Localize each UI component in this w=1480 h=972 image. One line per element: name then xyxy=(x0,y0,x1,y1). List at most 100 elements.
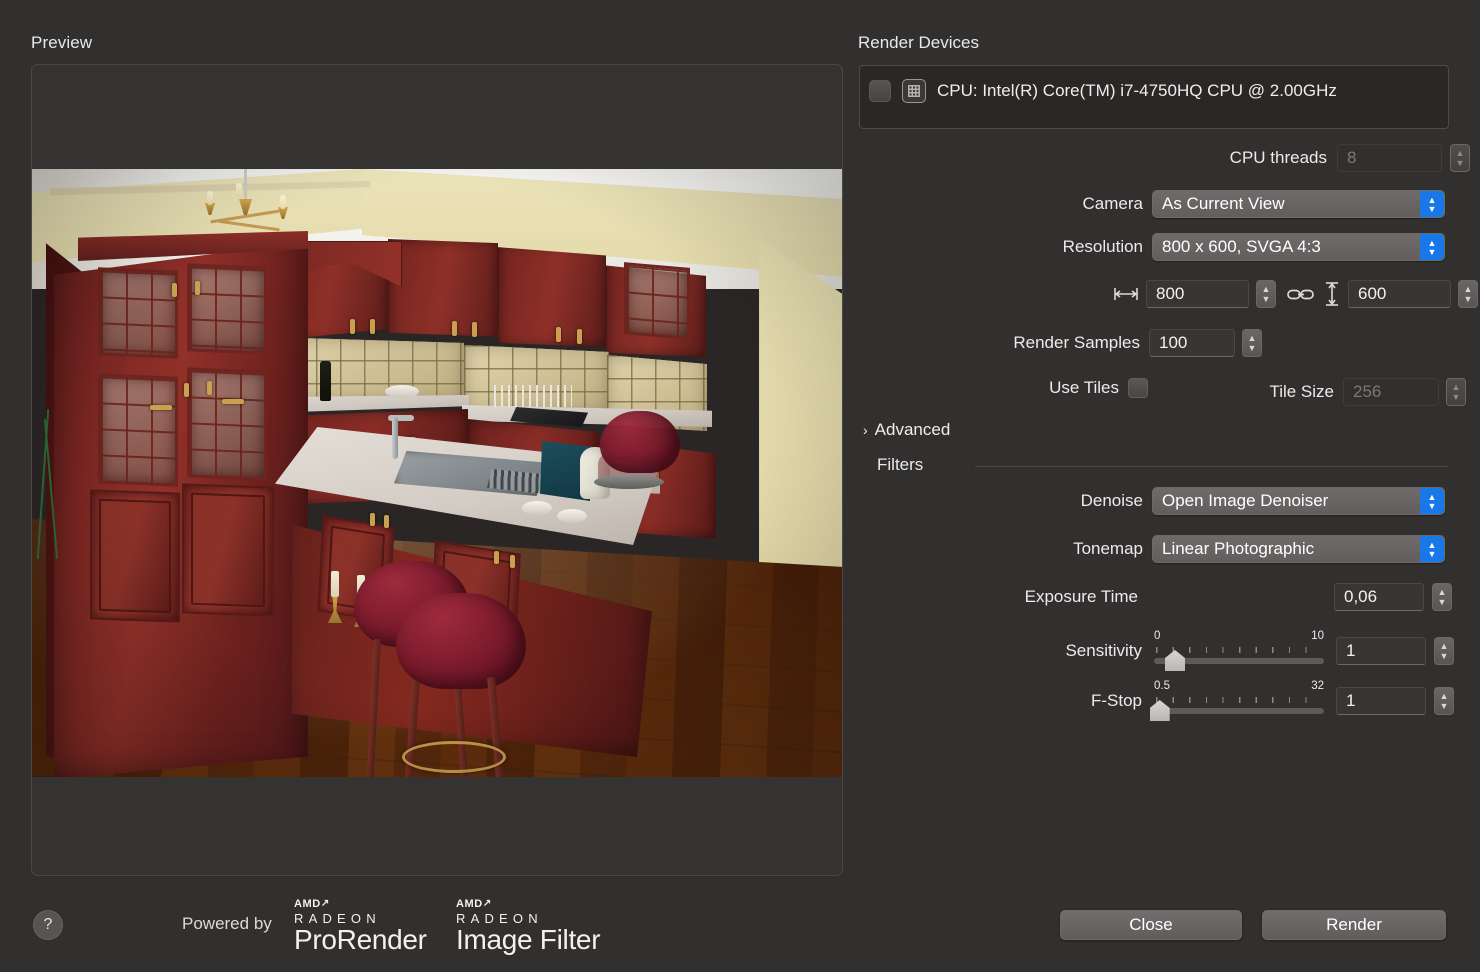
close-button[interactable]: Close xyxy=(1060,910,1242,940)
height-input[interactable]: 600 xyxy=(1348,280,1451,308)
glass-cabinet-door xyxy=(98,267,178,359)
tea-cup xyxy=(522,501,552,515)
device-row[interactable]: CPU: Intel(R) Core(TM) i7-4750HQ CPU @ 2… xyxy=(869,79,1337,103)
denoise-value: Open Image Denoiser xyxy=(1162,491,1329,510)
tile-size-label: Tile Size xyxy=(1269,382,1334,401)
bar-stool-front xyxy=(396,593,526,689)
panel-inset xyxy=(99,498,171,614)
exposure-time-row: Exposure Time 0,06 ▲ ▼ xyxy=(998,583,1452,611)
width-input[interactable]: 800 xyxy=(1146,280,1249,308)
glass-mullion-grid xyxy=(190,370,264,478)
fstop-stepper[interactable]: ▲ ▼ xyxy=(1434,687,1454,715)
link-chain-icon[interactable] xyxy=(1287,287,1315,301)
drawer-handle xyxy=(222,399,244,404)
cabinet-handle xyxy=(577,329,582,344)
powered-by-label: Powered by xyxy=(182,914,272,933)
device-checkbox[interactable] xyxy=(869,80,891,102)
exposure-time-label: Exposure Time xyxy=(1024,587,1138,606)
chevron-updown-icon[interactable]: ▲ ▼ xyxy=(1420,488,1444,514)
cabinet-handle xyxy=(184,383,189,397)
island-handle xyxy=(384,515,389,528)
chevron-updown-icon[interactable]: ▲ ▼ xyxy=(1420,536,1444,562)
cabinet-handle xyxy=(370,319,375,334)
kitchen-render-scene xyxy=(32,169,842,777)
glass-mullion-grid xyxy=(101,270,175,356)
preview-label: Preview xyxy=(31,33,93,52)
fstop-label: F-Stop xyxy=(1090,691,1142,710)
bowl xyxy=(385,385,419,398)
cabinet-handle xyxy=(350,319,355,334)
cabinet-handle xyxy=(172,283,177,297)
fstop-input[interactable]: 1 xyxy=(1336,687,1426,715)
chevron-updown-icon[interactable]: ▲ ▼ xyxy=(1420,234,1444,260)
image-filter-wordmark: Image Filter xyxy=(456,924,601,955)
cabinet-handle xyxy=(207,381,212,395)
drawer-handle xyxy=(150,405,172,410)
cabinet-handle xyxy=(452,321,457,336)
fstop-value: 1 xyxy=(1346,691,1356,710)
cpu-threads-value: 8 xyxy=(1347,148,1357,167)
fstop-row: F-Stop 0.5 32 1 ▲ ▼ xyxy=(1070,680,1454,721)
sensitivity-stepper[interactable]: ▲ ▼ xyxy=(1434,637,1454,665)
cabinet-handle xyxy=(472,322,477,337)
help-icon[interactable]: ? xyxy=(33,910,63,940)
glass-cabinet-door xyxy=(624,262,690,340)
filters-divider xyxy=(975,466,1448,467)
resolution-label: Resolution xyxy=(1062,237,1143,256)
render-samples-input[interactable]: 100 xyxy=(1149,329,1235,357)
exposure-time-stepper[interactable]: ▲ ▼ xyxy=(1432,583,1452,611)
glass-cabinet-door xyxy=(187,263,267,355)
glass-mullion-grid xyxy=(627,265,687,337)
cabinet-handle xyxy=(195,281,200,295)
tile-size-row: Tile Size 256 ▲ ▼ xyxy=(1246,378,1466,406)
tonemap-select[interactable]: Linear Photographic ▲ ▼ xyxy=(1152,535,1445,563)
tonemap-label: Tonemap xyxy=(1073,539,1143,558)
fstop-ticks xyxy=(1156,697,1322,703)
fstop-slider[interactable]: 0.5 32 xyxy=(1149,680,1324,721)
chevron-right-icon: › xyxy=(863,422,868,438)
vertical-arrows-icon xyxy=(1326,282,1338,306)
sensitivity-input[interactable]: 1 xyxy=(1336,637,1426,665)
chevron-updown-icon[interactable]: ▲ ▼ xyxy=(1420,191,1444,217)
stool-footrest-ring xyxy=(402,741,506,773)
denoise-row: Denoise Open Image Denoiser ▲ ▼ xyxy=(1059,487,1445,515)
sensitivity-knob[interactable] xyxy=(1165,650,1185,671)
resolution-select[interactable]: 800 x 600, SVGA 4:3 ▲ ▼ xyxy=(1152,233,1445,261)
fstop-knob[interactable] xyxy=(1149,700,1170,721)
sensitivity-slider[interactable]: 0 10 xyxy=(1154,630,1324,671)
resolution-row: Resolution 800 x 600, SVGA 4:3 ▲ ▼ xyxy=(1036,233,1445,261)
resolution-value: 800 x 600, SVGA 4:3 xyxy=(1162,237,1321,256)
dish-rack xyxy=(494,385,572,407)
chandelier-candle xyxy=(280,195,286,209)
render-samples-label: Render Samples xyxy=(1013,333,1140,352)
cpu-threads-input: 8 xyxy=(1337,144,1442,172)
camera-select[interactable]: As Current View ▲ ▼ xyxy=(1152,190,1445,218)
use-tiles-checkbox[interactable] xyxy=(1128,378,1148,398)
cpu-threads-label: CPU threads xyxy=(1229,148,1327,167)
sensitivity-max: 10 xyxy=(1311,630,1324,642)
sensitivity-row: Sensitivity 0 10 1 ▲ ▼ xyxy=(1039,630,1454,671)
fstop-min: 0.5 xyxy=(1154,680,1170,692)
render-samples-stepper[interactable]: ▲ ▼ xyxy=(1242,329,1262,357)
denoise-label: Denoise xyxy=(1080,491,1143,510)
sensitivity-value: 1 xyxy=(1346,641,1356,660)
height-stepper[interactable]: ▲ ▼ xyxy=(1458,280,1478,308)
tile-size-stepper: ▲ ▼ xyxy=(1446,378,1466,406)
island-handle xyxy=(510,555,515,568)
exposure-time-value: 0,06 xyxy=(1344,587,1378,606)
cabinet-panel-door xyxy=(90,489,180,623)
advanced-disclosure[interactable]: › Advanced xyxy=(863,420,950,440)
prorender-wordmark: ProRender xyxy=(294,924,427,955)
render-button[interactable]: Render xyxy=(1262,910,1446,940)
width-stepper[interactable]: ▲ ▼ xyxy=(1256,280,1276,308)
denoise-select[interactable]: Open Image Denoiser ▲ ▼ xyxy=(1152,487,1445,515)
exposure-time-input[interactable]: 0,06 xyxy=(1334,583,1424,611)
amd-radeon-image-filter-logo: AMD↗ RADEON Image Filter xyxy=(456,898,601,956)
glass-cabinet-door xyxy=(98,373,178,487)
chair-back xyxy=(600,411,680,473)
faucet xyxy=(392,417,398,459)
cpu-threads-stepper: ▲ ▼ xyxy=(1450,144,1470,172)
horizontal-arrows-icon xyxy=(1114,288,1138,300)
amd-wordmark: AMD xyxy=(294,898,321,910)
glass-mullion-grid xyxy=(101,376,175,484)
